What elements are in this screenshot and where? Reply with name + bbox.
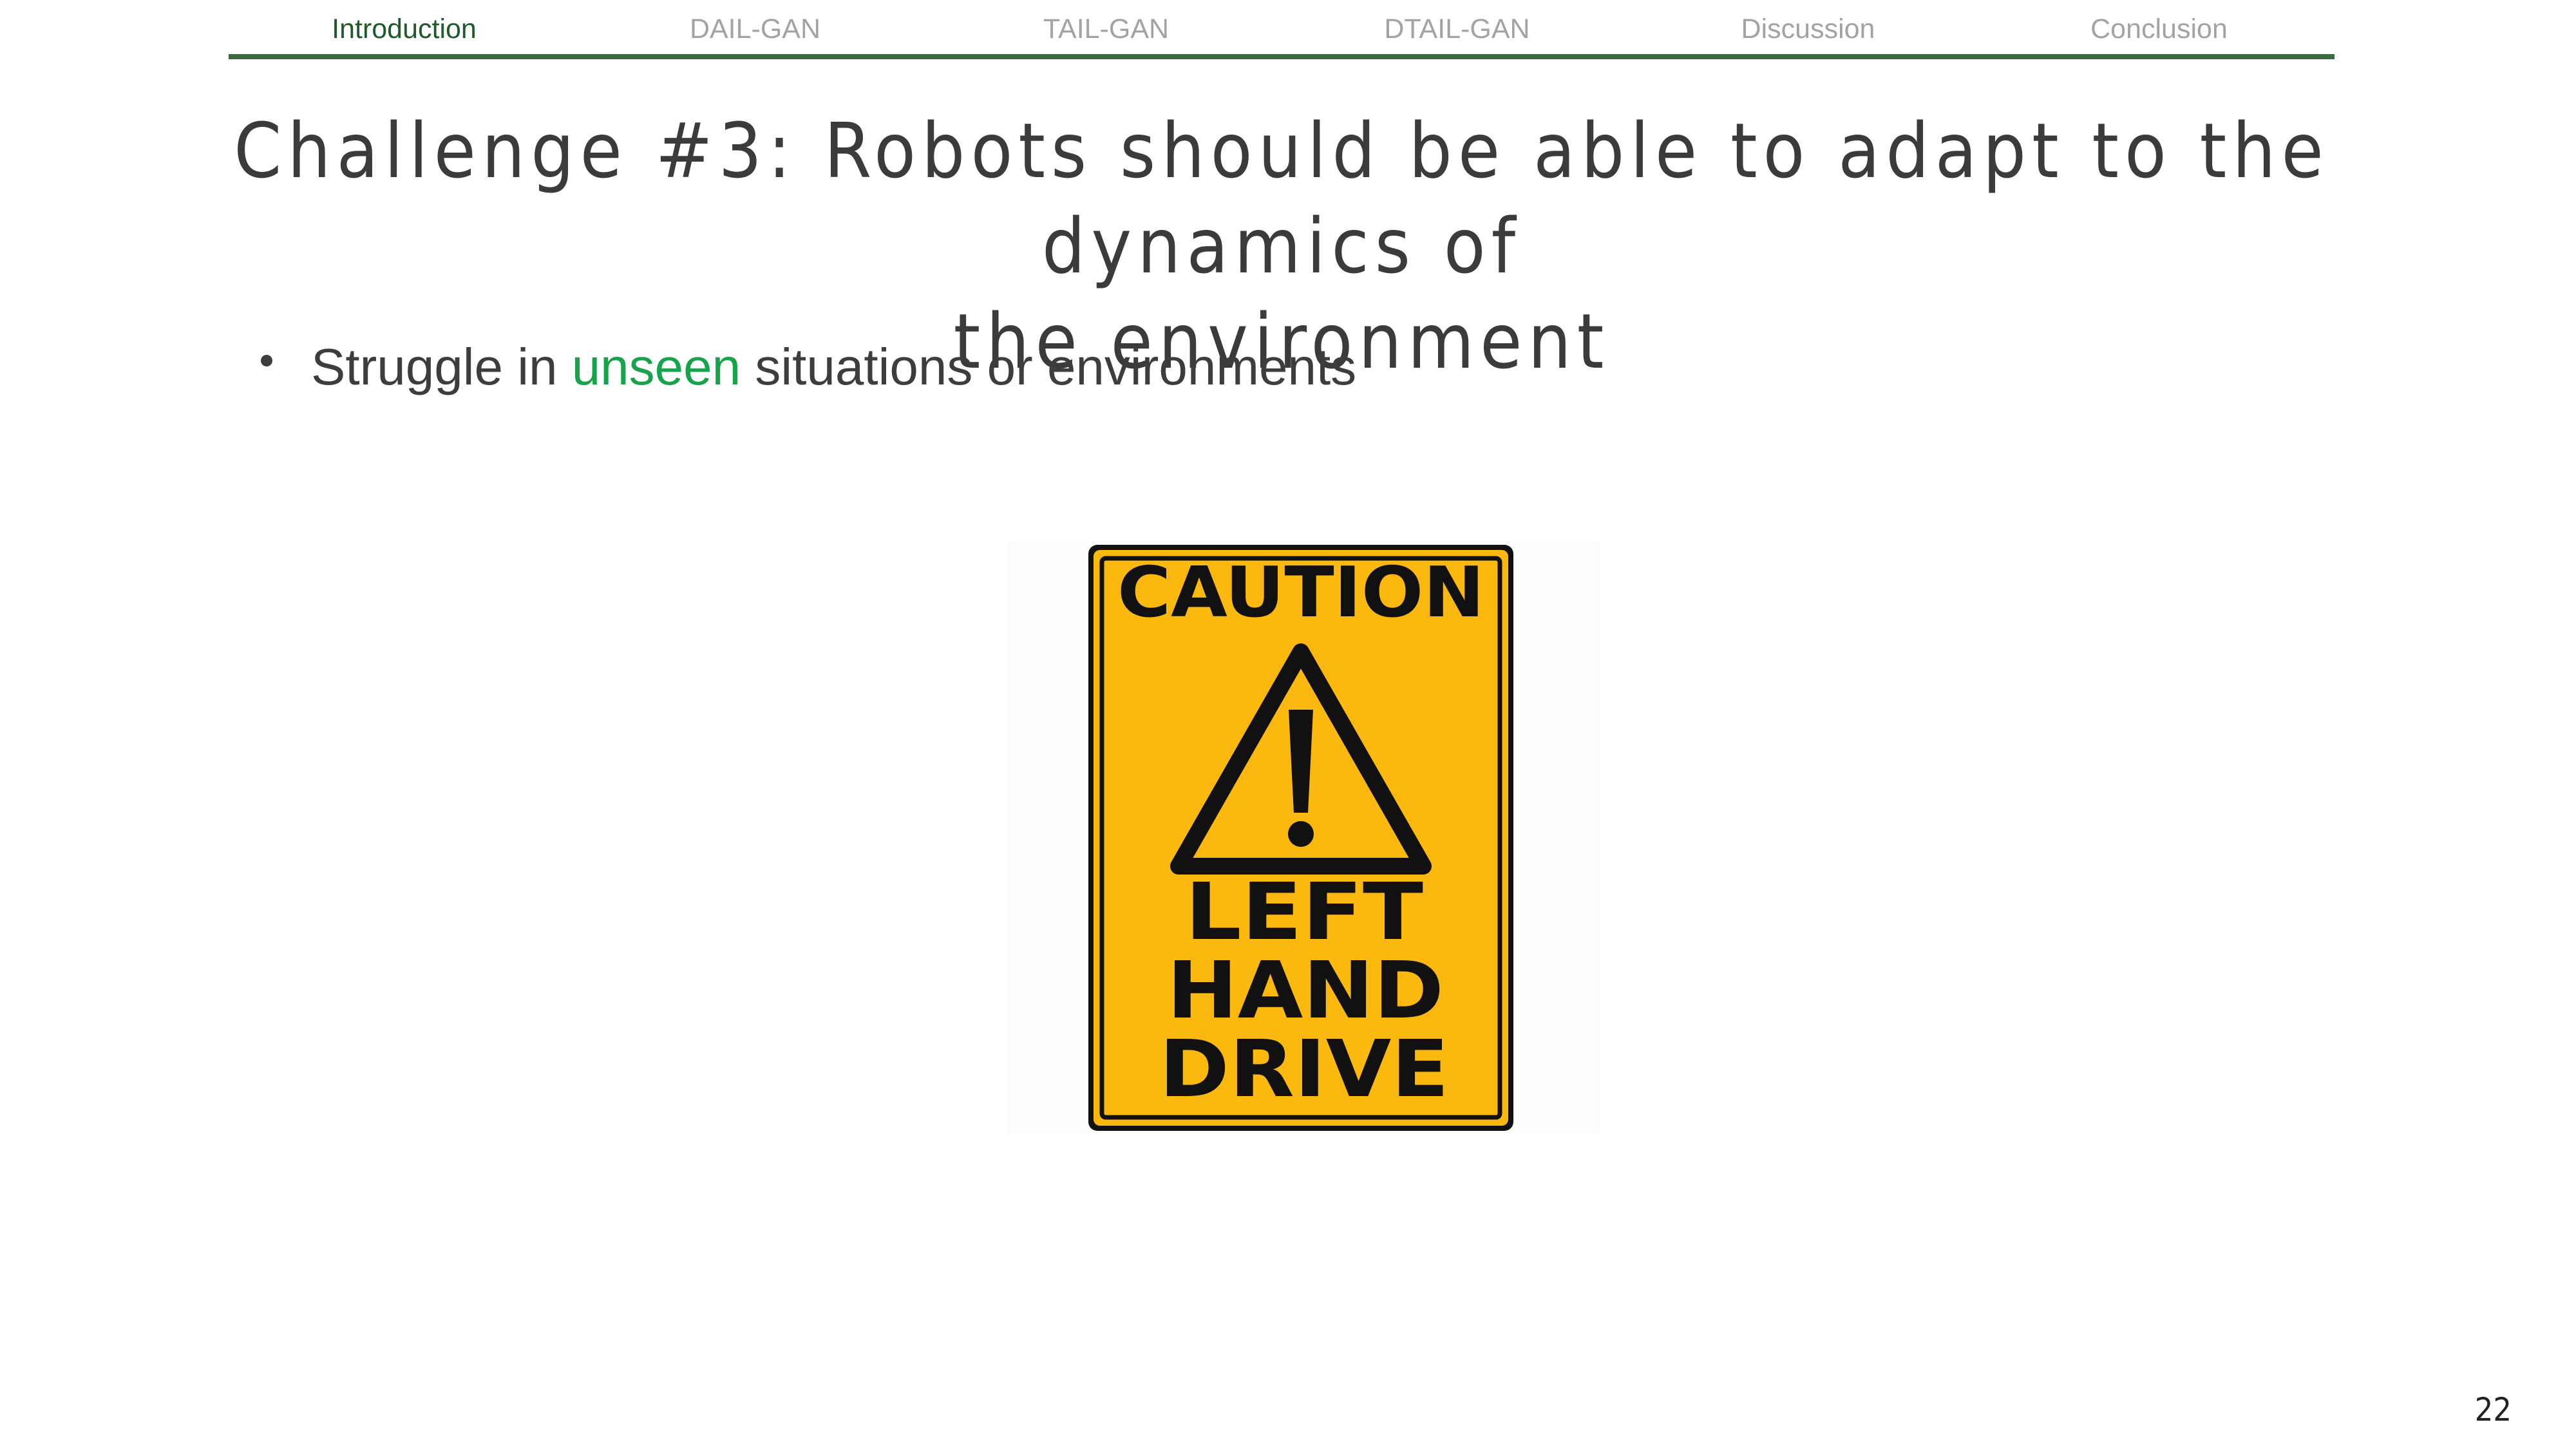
sign-heading: CAUTION	[1117, 553, 1484, 633]
nav-item-conclusion[interactable]: Conclusion	[1984, 0, 2334, 53]
bullet-text-before: Struggle in	[311, 338, 572, 395]
nav-item-tail-gan[interactable]: TAIL-GAN	[931, 0, 1282, 53]
sign-line-left: LEFT	[1185, 866, 1423, 958]
nav-item-dail-gan[interactable]: DAIL-GAN	[580, 0, 931, 53]
bullet-icon	[261, 355, 272, 366]
nav-item-introduction[interactable]: Introduction	[229, 0, 580, 53]
sign-line-drive: DRIVE	[1159, 1023, 1449, 1115]
section-nav: Introduction DAIL-GAN TAIL-GAN DTAIL-GAN…	[229, 0, 2334, 53]
sign-line-hand: HAND	[1167, 945, 1444, 1036]
nav-divider	[229, 54, 2334, 59]
slide-title-line-1: Challenge #3: Robots should be able to a…	[234, 106, 2329, 290]
bullet-text-after: situations or environments	[741, 338, 1357, 395]
caution-sign-image: CAUTION LEFT HAND DRIVE	[1008, 541, 1600, 1133]
caution-sign: CAUTION LEFT HAND DRIVE	[1088, 545, 1513, 1131]
nav-item-dtail-gan[interactable]: DTAIL-GAN	[1282, 0, 1633, 53]
bullet-point: Struggle in unseen situations or environ…	[261, 332, 1356, 402]
bullet-highlight-word: unseen	[571, 338, 741, 395]
page-number: 22	[2474, 1391, 2512, 1428]
nav-item-discussion[interactable]: Discussion	[1633, 0, 1984, 53]
slide: Introduction DAIL-GAN TAIL-GAN DTAIL-GAN…	[0, 0, 2576, 1449]
